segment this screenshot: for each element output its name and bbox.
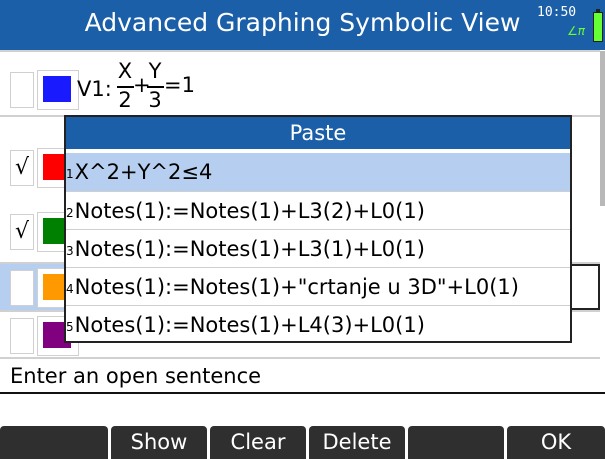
softkey-show[interactable]: Show xyxy=(111,426,207,459)
expr-num-2: Y xyxy=(148,59,162,83)
help-prompt: Enter an open sentence xyxy=(10,364,262,388)
expr-rhs: =1 xyxy=(164,73,195,97)
row-1-checkbox[interactable] xyxy=(10,72,34,108)
paste-item-number: 4 xyxy=(66,282,74,296)
scrollbar[interactable] xyxy=(600,51,605,206)
selected-row-edit-frame xyxy=(571,264,600,310)
paste-item-1[interactable]: 1X^2+Y^2≤4 xyxy=(66,153,570,191)
paste-item-text: Notes(1):=Notes(1)+L3(2)+L0(1) xyxy=(74,199,425,223)
paste-item-number: 3 xyxy=(66,244,74,258)
paste-item-2[interactable]: 2Notes(1):=Notes(1)+L3(2)+L0(1) xyxy=(66,191,570,230)
paste-item-5[interactable]: 5Notes(1):=Notes(1)+L4(3)+L0(1) xyxy=(66,305,570,344)
paste-item-4[interactable]: 4Notes(1):=Notes(1)+"crtanje u 3D"+L0(1) xyxy=(66,267,570,306)
row-2-checkbox[interactable]: √ xyxy=(10,150,34,186)
angle-mode-indicator: ∠π xyxy=(567,24,585,38)
row-1-color-swatch xyxy=(43,76,71,102)
softkey-clear[interactable]: Clear xyxy=(210,426,306,459)
row-divider xyxy=(0,357,600,359)
paste-item-text: Notes(1):=Notes(1)+"crtanje u 3D"+L0(1) xyxy=(74,275,519,299)
softkey-delete[interactable]: Delete xyxy=(309,426,405,459)
paste-item-3[interactable]: 3Notes(1):=Notes(1)+L3(1)+L0(1) xyxy=(66,229,570,268)
expr-operator: + xyxy=(133,73,151,97)
expr-den-1: 2 xyxy=(118,88,132,112)
row-3-checkbox[interactable]: √ xyxy=(10,214,34,250)
softkey-5[interactable] xyxy=(408,426,504,459)
paste-item-number: 1 xyxy=(66,167,74,181)
expr-num-1: X xyxy=(117,59,133,83)
softkey-ok[interactable]: OK xyxy=(507,426,605,459)
row-divider xyxy=(0,50,600,52)
paste-item-text: X^2+Y^2≤4 xyxy=(74,160,213,184)
battery-icon xyxy=(593,12,603,42)
paste-dialog-title: Paste xyxy=(66,117,570,149)
row-1-label: V1: xyxy=(77,77,112,101)
entry-line-divider xyxy=(0,392,605,394)
paste-item-text: Notes(1):=Notes(1)+L3(1)+L0(1) xyxy=(74,237,425,261)
softkey-1[interactable] xyxy=(0,426,108,459)
expr-den-2: 3 xyxy=(148,88,162,112)
row-4-checkbox[interactable] xyxy=(10,270,34,306)
paste-item-number: 2 xyxy=(66,206,74,220)
clock: 10:50 xyxy=(537,5,577,20)
paste-item-text: Notes(1):=Notes(1)+L4(3)+L0(1) xyxy=(74,313,425,337)
view-title: Advanced Graphing Symbolic View xyxy=(84,8,521,37)
row-5-checkbox[interactable] xyxy=(10,318,34,354)
paste-item-number: 5 xyxy=(66,320,74,334)
